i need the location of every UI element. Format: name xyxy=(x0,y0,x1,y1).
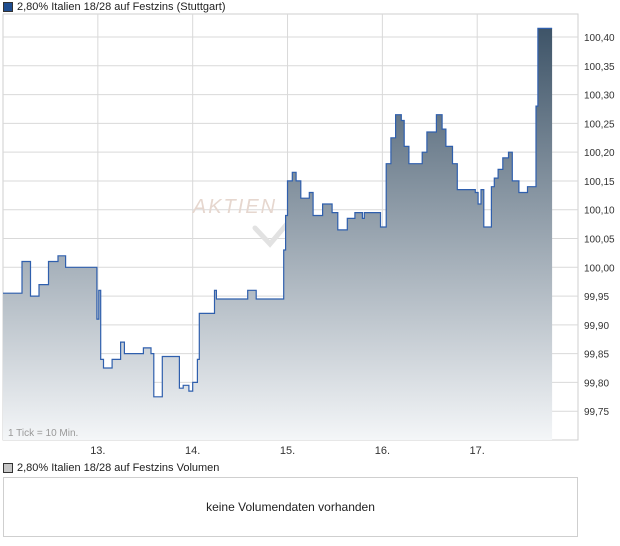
volume-legend-label: 2,80% Italien 18/28 auf Festzins Volumen xyxy=(17,462,220,474)
y-tick-label: 99,85 xyxy=(584,350,609,361)
volume-series-swatch xyxy=(3,463,13,473)
x-tick-label: 14. xyxy=(185,445,200,457)
price-chart: 99,75 99,80 99,85 99,90 99,95 100,00 100,05 100… xyxy=(2,13,615,457)
x-tick-label: 13. xyxy=(90,445,105,457)
y-tick-label: 100,10 xyxy=(584,206,615,217)
y-tick-label: 100,35 xyxy=(584,62,615,73)
volume-empty-message: keine Volumendaten vorhanden xyxy=(206,500,375,514)
tick-note: 1 Tick = 10 Min. xyxy=(8,428,78,439)
y-tick-label: 99,95 xyxy=(584,292,609,303)
y-tick-label: 99,90 xyxy=(584,321,609,332)
y-tick-label: 100,15 xyxy=(584,177,615,188)
watermark-text: AKTIEN xyxy=(192,196,277,218)
y-tick-label: 100,30 xyxy=(584,91,615,102)
y-tick-label: 100,20 xyxy=(584,148,615,159)
volume-legend: 2,80% Italien 18/28 auf Festzins Volumen xyxy=(3,461,219,475)
y-tick-label: 100,00 xyxy=(584,263,615,274)
y-tick-label: 100,40 xyxy=(584,33,615,44)
x-tick-label: 17. xyxy=(470,445,485,457)
volume-panel: keine Volumendaten vorhanden xyxy=(3,477,578,537)
y-tick-label: 100,25 xyxy=(584,119,615,130)
x-tick-label: 16. xyxy=(375,445,390,457)
y-tick-label: 99,80 xyxy=(584,378,609,389)
y-tick-label: 100,05 xyxy=(584,235,615,246)
y-tick-label: 99,75 xyxy=(584,407,609,418)
x-tick-label: 15. xyxy=(280,445,295,457)
